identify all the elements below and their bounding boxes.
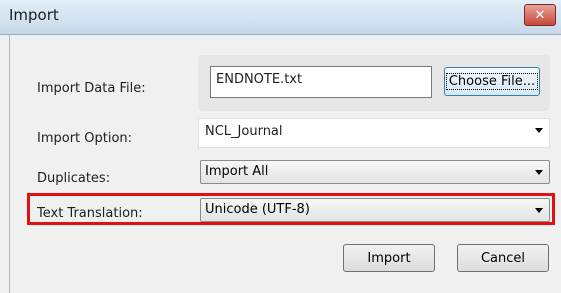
duplicates-label: Duplicates: — [37, 171, 111, 186]
cancel-button[interactable]: Cancel — [457, 244, 549, 272]
import-button-label: Import — [367, 250, 411, 266]
window-title: Import — [9, 6, 59, 24]
duplicates-value: Import All — [205, 164, 269, 179]
close-button[interactable]: ✕ — [524, 4, 556, 26]
chevron-down-icon — [535, 170, 543, 175]
import-button[interactable]: Import — [343, 244, 435, 272]
import-data-file-label: Import Data File: — [37, 81, 146, 96]
choose-file-label: Choose File... — [445, 73, 539, 90]
choose-file-button[interactable]: Choose File... — [444, 67, 540, 96]
import-option-select[interactable]: NCL_Journal — [198, 118, 550, 148]
import-file-field[interactable]: ENDNOTE.txt — [210, 66, 432, 98]
cancel-button-label: Cancel — [480, 250, 526, 266]
duplicates-select[interactable]: Import All — [200, 160, 550, 184]
import-option-label: Import Option: — [37, 131, 133, 146]
highlight-box — [27, 193, 555, 225]
import-option-value: NCL_Journal — [205, 124, 283, 139]
chevron-down-icon — [535, 128, 543, 133]
close-icon: ✕ — [534, 7, 546, 23]
window-border — [9, 35, 10, 293]
title-bar: Import ✕ — [0, 0, 561, 35]
